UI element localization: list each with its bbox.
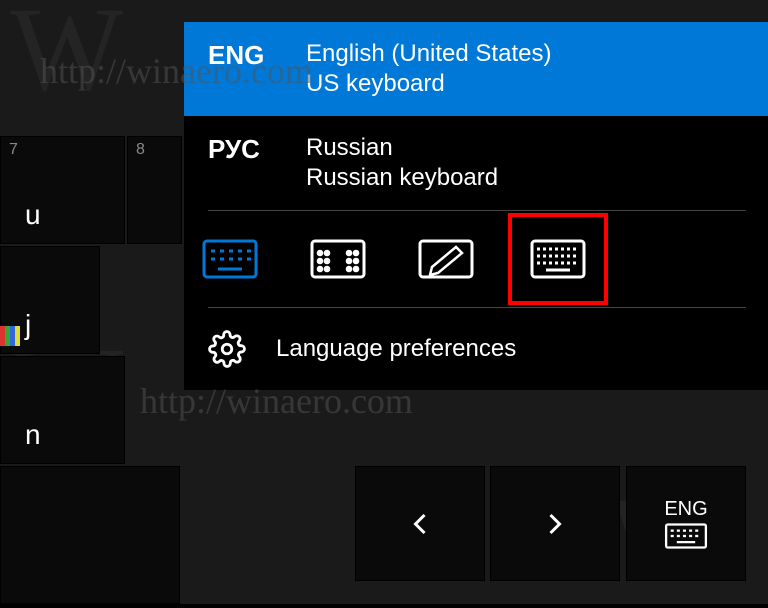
- language-preferences-label: Language preferences: [276, 335, 516, 363]
- color-stripe: [0, 326, 20, 346]
- gear-icon: [208, 330, 246, 368]
- language-preferences-link[interactable]: Language preferences: [184, 308, 768, 390]
- keyboard-layout-name: US keyboard: [306, 70, 551, 98]
- key-blank[interactable]: [0, 466, 180, 604]
- key-number: 7: [9, 141, 18, 159]
- keyboard-layout-name: Russian keyboard: [306, 164, 498, 192]
- handwriting-icon: [418, 239, 474, 279]
- language-option-russian[interactable]: РУС Russian Russian keyboard: [184, 116, 768, 210]
- keyboard-mode-default[interactable]: [202, 239, 258, 279]
- chevron-right-icon: [537, 506, 573, 542]
- key-letter: u: [25, 199, 41, 231]
- key-u[interactable]: 7 u: [0, 136, 125, 244]
- language-name: English (United States): [306, 40, 551, 68]
- key-i-partial[interactable]: 8: [127, 136, 182, 244]
- language-option-english[interactable]: ENG English (United States) US keyboard: [184, 22, 768, 116]
- keyboard-split-icon: [310, 239, 366, 279]
- key-arrow-right[interactable]: [490, 466, 620, 581]
- keyboard-default-icon: [202, 239, 258, 279]
- key-letter: n: [25, 419, 41, 451]
- keyboard-mode-standard[interactable]: [508, 213, 608, 305]
- language-name: Russian: [306, 134, 498, 162]
- keyboard-icon: [664, 523, 708, 549]
- watermark-w: W: [10, 0, 123, 118]
- keyboard-mode-handwriting[interactable]: [418, 239, 474, 279]
- language-code-label: ENG: [664, 498, 707, 521]
- key-n[interactable]: n: [0, 356, 125, 464]
- keyboard-mode-split[interactable]: [310, 239, 366, 279]
- language-code: ENG: [208, 40, 278, 71]
- keyboard-layout-modes: [184, 211, 768, 307]
- key-letter: j: [25, 309, 31, 341]
- keyboard-standard-icon: [530, 239, 586, 279]
- key-arrow-left[interactable]: [355, 466, 485, 581]
- language-code: РУС: [208, 134, 278, 165]
- key-number: 8: [136, 141, 145, 159]
- language-switcher-popup: ENG English (United States) US keyboard …: [184, 22, 768, 390]
- language-indicator-key[interactable]: ENG: [626, 466, 746, 581]
- chevron-left-icon: [402, 506, 438, 542]
